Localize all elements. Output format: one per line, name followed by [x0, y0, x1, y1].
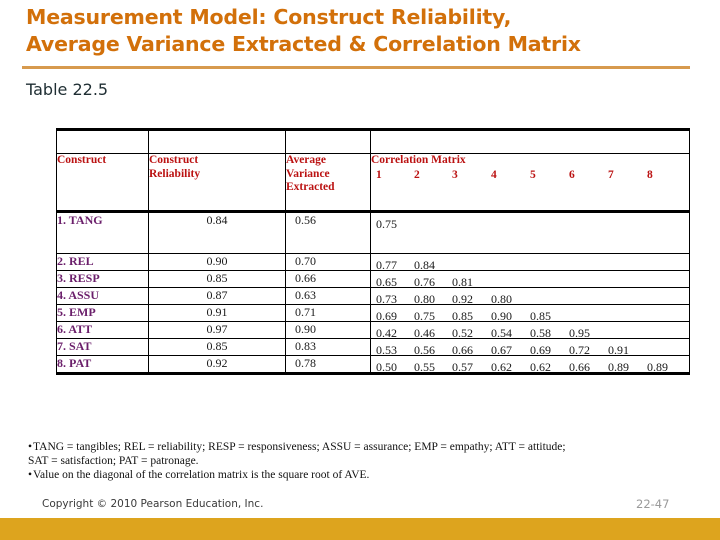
table-spacer-row	[56, 128, 690, 154]
correlation-column-index-6: 6	[569, 168, 575, 181]
row-label-construct: 8. PAT	[56, 355, 149, 375]
cell-average-variance-extracted: 0.90	[285, 321, 371, 339]
page-number: 22-47	[636, 497, 670, 511]
column-header-construct: Construct	[56, 153, 149, 213]
correlation-value: 0.62	[530, 360, 551, 374]
table-caption: Table 22.5	[26, 80, 109, 99]
correlation-column-index-2: 2	[414, 168, 420, 181]
cell-correlation-values: 0.69 0.75 0.85 0.90 0.85	[370, 304, 690, 323]
table-footnotes: •TANG = tangibles; REL = reliability; RE…	[28, 440, 700, 482]
cell-average-variance-extracted: 0.56	[285, 211, 371, 254]
row-label-construct: 1. TANG	[56, 211, 149, 254]
cell-construct-reliability: 0.92	[148, 355, 286, 375]
correlation-column-index-5: 5	[530, 168, 536, 181]
cell-correlation-values: 0.65 0.76 0.81	[370, 270, 690, 289]
footnote-line-3: •Value on the diagonal of the correlatio…	[28, 468, 700, 482]
footnote-line-2: SAT = satisfaction; PAT = patronage.	[28, 455, 199, 467]
bullet-glyph-1: •	[28, 441, 33, 453]
correlation-value: 0.55	[414, 360, 435, 374]
cell-construct-reliability: 0.84	[148, 211, 286, 254]
cell-construct-reliability: 0.90	[148, 253, 286, 271]
column-header-ave-line-2: Variance	[286, 167, 330, 180]
correlation-value: 0.50	[376, 360, 397, 374]
cell-correlation-values: 0.50 0.55 0.57 0.62 0.62 0.66 0.89 0.89	[370, 355, 690, 375]
table-row: 3. RESP 0.85 0.66 0.65 0.76 0.81	[56, 270, 690, 289]
correlation-value: 0.62	[491, 360, 512, 374]
cell-construct-reliability: 0.91	[148, 304, 286, 322]
cell-correlation-values: 0.73 0.80 0.92 0.80	[370, 287, 690, 306]
table-row: 5. EMP 0.91 0.71 0.69 0.75 0.85 0.90 0.85	[56, 304, 690, 323]
row-label-construct: 3. RESP	[56, 270, 149, 288]
correlation-column-index-4: 4	[491, 168, 497, 181]
correlation-column-index-3: 3	[452, 168, 458, 181]
correlation-value: 0.66	[569, 360, 590, 374]
cell-average-variance-extracted: 0.63	[285, 287, 371, 305]
row-label-construct: 7. SAT	[56, 338, 149, 356]
page-title-line-1: Measurement Model: Construct Reliability…	[26, 5, 512, 29]
cell-average-variance-extracted: 0.66	[285, 270, 371, 288]
cell-construct-reliability: 0.97	[148, 321, 286, 339]
spacer-cell-reliability	[148, 128, 286, 154]
correlation-index-header-row: 1 2 3 4 5 6 7 8	[371, 169, 689, 183]
spacer-cell-ave	[285, 128, 371, 154]
column-header-construct-reliability: Construct Reliability	[148, 153, 286, 213]
correlation-column-index-7: 7	[608, 168, 614, 181]
measurement-model-table-wrapper: Construct Construct Reliability Average …	[56, 128, 690, 375]
correlation-column-index-8: 8	[647, 168, 653, 181]
cell-average-variance-extracted: 0.71	[285, 304, 371, 322]
column-header-average-variance-extracted: Average Variance Extracted	[285, 153, 371, 213]
table-row: 4. ASSU 0.87 0.63 0.73 0.80 0.92 0.80	[56, 287, 690, 306]
column-header-correlation-matrix: Correlation Matrix 1 2 3 4 5 6 7 8	[370, 153, 690, 213]
cell-construct-reliability: 0.85	[148, 270, 286, 288]
cell-construct-reliability: 0.87	[148, 287, 286, 305]
table-row: 1. TANG 0.84 0.56 0.75	[56, 211, 690, 254]
column-header-reliability-line-1: Construct	[149, 154, 199, 166]
page-title-line-2: Average Variance Extracted & Correlation…	[26, 32, 581, 56]
measurement-model-table: Construct Construct Reliability Average …	[56, 128, 690, 375]
footnote-line-1: •TANG = tangibles; REL = reliability; RE…	[28, 440, 700, 454]
row-label-construct: 6. ATT	[56, 321, 149, 339]
table-header-row: Construct Construct Reliability Average …	[56, 153, 690, 213]
footnote-abbrev-line-1: TANG = tangibles; REL = reliability; RES…	[33, 441, 566, 453]
title-underline-rule	[22, 66, 690, 69]
cell-correlation-values: 0.77 0.84	[370, 253, 690, 272]
spacer-cell-correlation	[370, 128, 690, 154]
cell-average-variance-extracted: 0.70	[285, 253, 371, 271]
cell-average-variance-extracted: 0.78	[285, 355, 371, 375]
cell-correlation-values: 0.42 0.46 0.52 0.54 0.58 0.95	[370, 321, 690, 340]
correlation-matrix-label: Correlation Matrix	[371, 154, 466, 166]
row-label-construct: 2. REL	[56, 253, 149, 271]
cell-average-variance-extracted: 0.83	[285, 338, 371, 356]
row-label-construct: 4. ASSU	[56, 287, 149, 305]
row-label-construct: 5. EMP	[56, 304, 149, 322]
column-header-reliability-line-2: Reliability	[149, 167, 201, 180]
correlation-value: 0.57	[452, 360, 473, 374]
correlation-column-index-1: 1	[376, 168, 382, 181]
cell-construct-reliability: 0.85	[148, 338, 286, 356]
cell-correlation-values: 0.53 0.56 0.66 0.67 0.69 0.72 0.91	[370, 338, 690, 357]
correlation-value: 0.89	[647, 360, 668, 374]
copyright-text: Copyright © 2010 Pearson Education, Inc.	[42, 498, 264, 510]
spacer-cell-construct	[56, 128, 149, 154]
table-row: 7. SAT 0.85 0.83 0.53 0.56 0.66 0.67 0.69 0.72 0.…	[56, 338, 690, 357]
page-title: Measurement Model: Construct Reliability…	[26, 4, 698, 58]
table-body: Construct Construct Reliability Average …	[56, 128, 690, 375]
table-row: 8. PAT 0.92 0.78 0.50 0.55 0.57 0.62 0.62 0.66 0.…	[56, 355, 690, 375]
cell-correlation-values: 0.75	[370, 211, 690, 254]
table-row: 6. ATT 0.97 0.90 0.42 0.46 0.52 0.54 0.58 0.95	[56, 321, 690, 340]
column-header-ave-line-1: Average	[286, 154, 327, 166]
correlation-value: 0.75	[376, 217, 397, 231]
footer-accent-bar	[0, 518, 720, 540]
correlation-value: 0.89	[608, 360, 629, 374]
column-header-ave-line-3: Extracted	[286, 181, 335, 193]
bullet-glyph-2: •	[28, 469, 33, 481]
footnote-diagonal-note: Value on the diagonal of the correlation…	[33, 469, 370, 481]
table-row: 2. REL 0.90 0.70 0.77 0.84	[56, 253, 690, 272]
